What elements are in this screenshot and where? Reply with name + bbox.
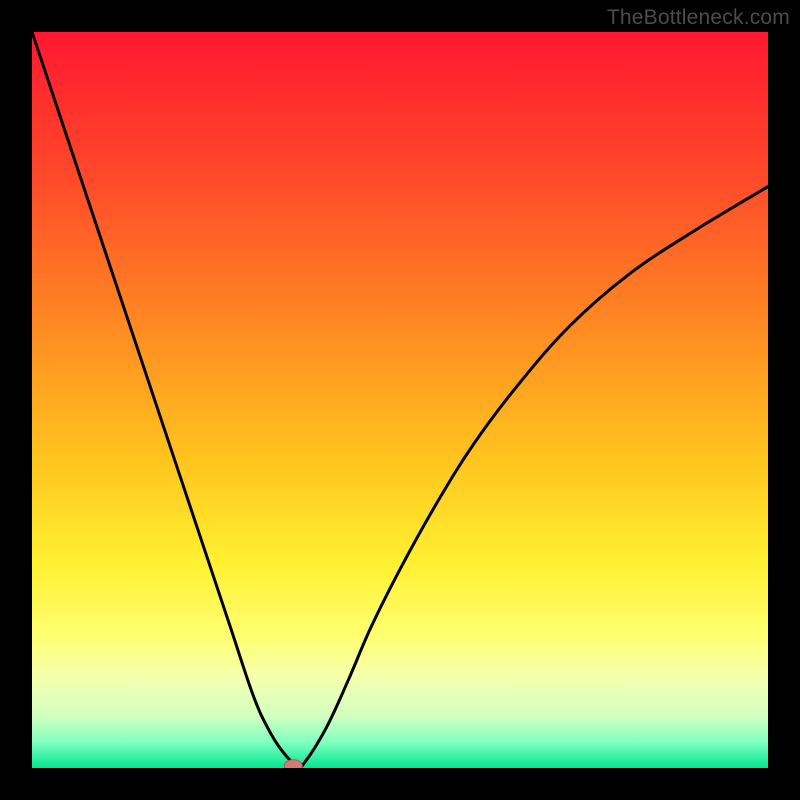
- optimal-point-marker: [284, 760, 302, 768]
- watermark-text: TheBottleneck.com: [607, 6, 790, 30]
- gradient-background: [32, 32, 768, 768]
- chart-frame: TheBottleneck.com: [0, 0, 800, 800]
- plot-area: [32, 32, 768, 768]
- chart-svg: [32, 32, 768, 768]
